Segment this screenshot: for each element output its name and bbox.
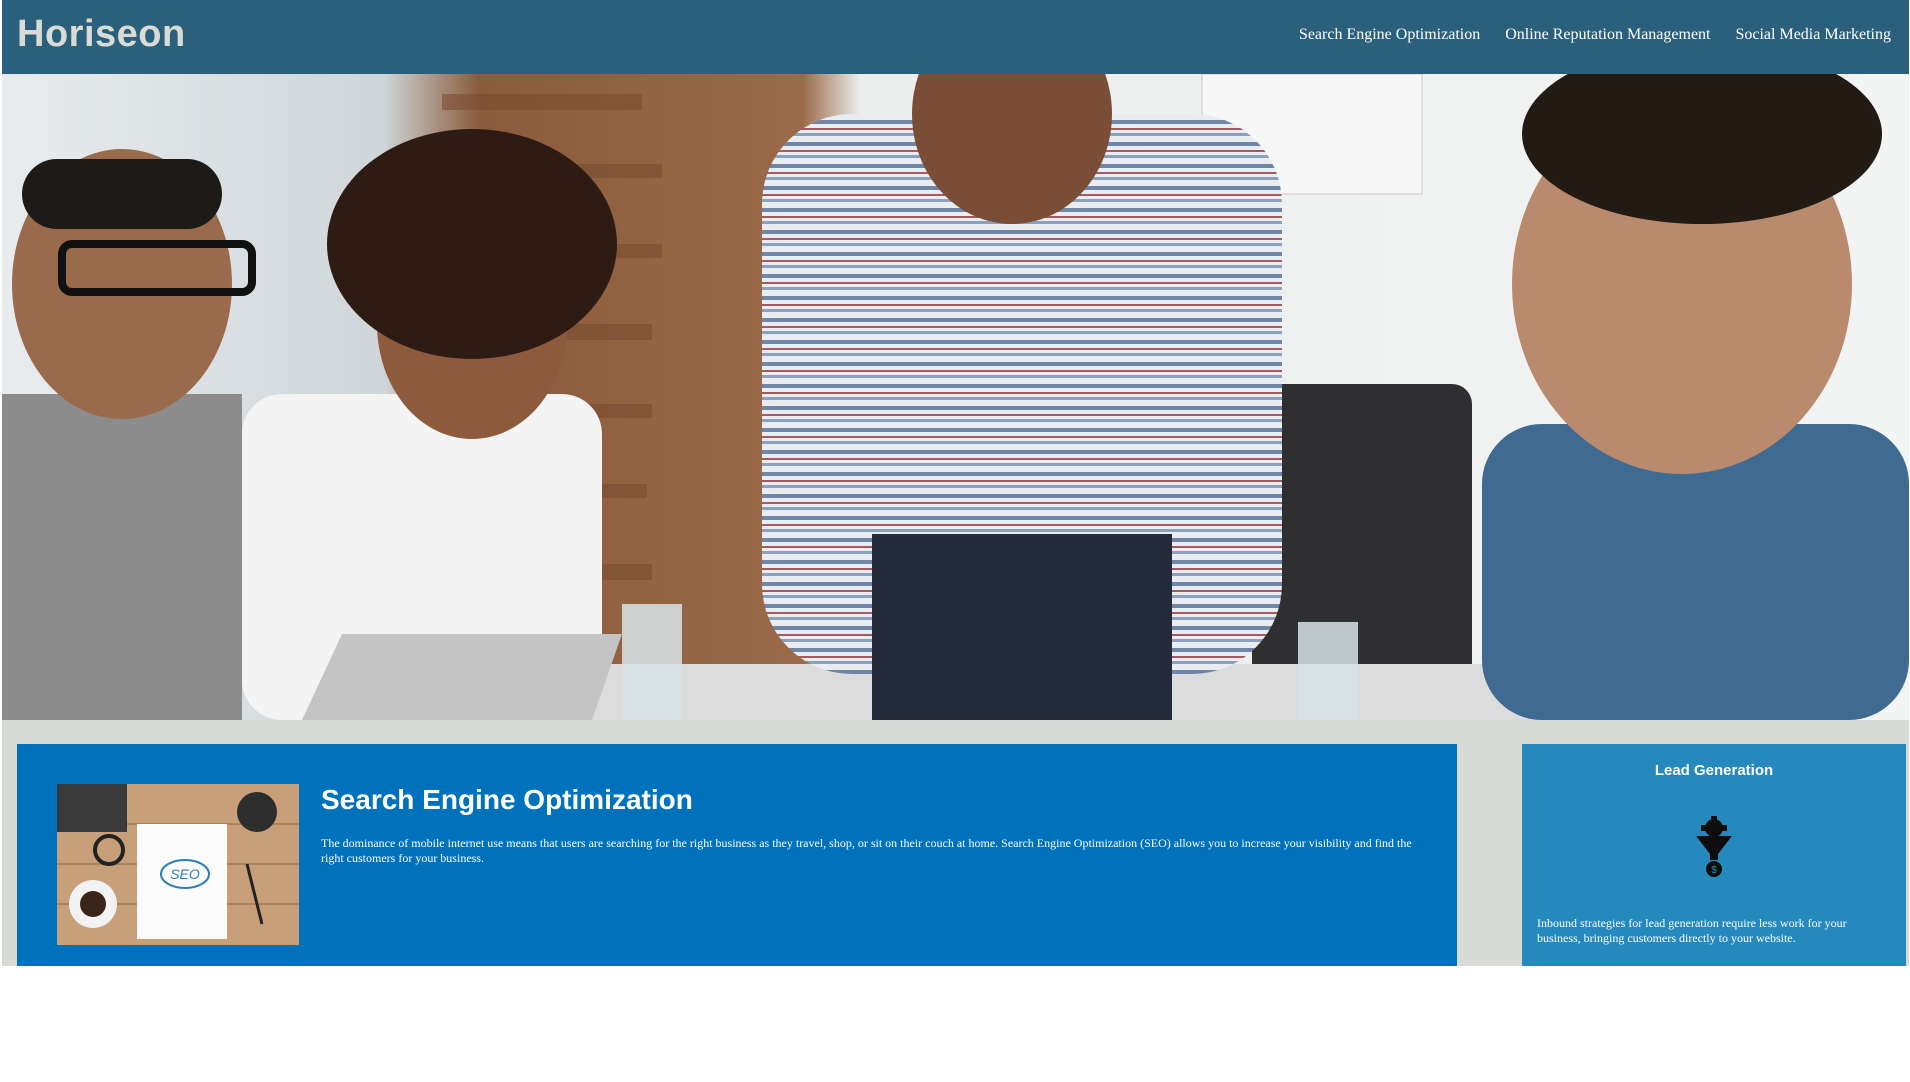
- lead-generation-text: Inbound strategies for lead generation r…: [1537, 916, 1847, 945]
- seo-desk-photo: SEO: [57, 784, 299, 945]
- lead-generation-funnel-icon: $: [1694, 816, 1734, 878]
- seo-image-text: SEO: [170, 866, 200, 882]
- nav-link-reputation[interactable]: Online Reputation Management: [1505, 26, 1710, 44]
- nav-link-seo[interactable]: Search Engine Optimization: [1299, 26, 1480, 44]
- page: Horiseon Search Engine Optimization Onli…: [0, 0, 1910, 1082]
- page-frame: Horiseon Search Engine Optimization Onli…: [2, 0, 1909, 966]
- site-logo[interactable]: Horiseon: [17, 13, 186, 56]
- lead-generation-title: Lead Generation: [1654, 762, 1774, 779]
- seo-section-title: Search Engine Optimization: [321, 784, 693, 815]
- lead-generation-card: Lead Generation $ Inbound strategies for…: [1522, 744, 1906, 966]
- seo-section: SEO Search Engine Optimization The domin…: [17, 744, 1457, 966]
- main-nav: Search Engine Optimization Online Reputa…: [1299, 26, 1891, 44]
- seo-image: SEO: [57, 784, 299, 945]
- site-header: Horiseon Search Engine Optimization Onli…: [2, 0, 1909, 74]
- svg-text:$: $: [1711, 865, 1717, 876]
- hero-team-meeting-photo: [2, 74, 1909, 720]
- hero-image: [2, 74, 1909, 720]
- nav-link-social-media[interactable]: Social Media Marketing: [1735, 26, 1891, 44]
- seo-section-text: The dominance of mobile internet use mea…: [321, 836, 1412, 865]
